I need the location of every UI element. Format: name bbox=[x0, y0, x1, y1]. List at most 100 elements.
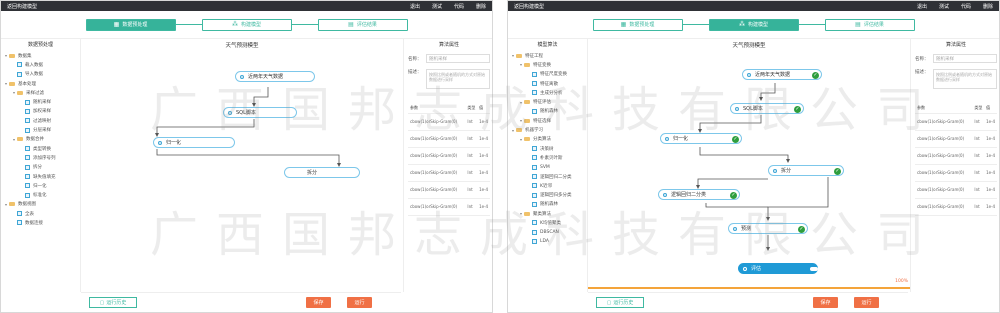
tree-item[interactable]: 数据连接 bbox=[1, 218, 80, 227]
param-row[interactable]: cbow(1)orSkip-Gram(0) Int 1e-4 bbox=[408, 147, 490, 165]
param-row[interactable]: cbow(1)orSkip-Gram(0) Int 1e-4 bbox=[915, 147, 997, 165]
param-row[interactable]: cbow(1)orSkip-Gram(0) Int 1e-4 bbox=[915, 198, 997, 216]
tree-item[interactable]: ▾ 特征评估 bbox=[508, 97, 587, 106]
tree-item[interactable]: 随机森林 bbox=[508, 200, 587, 209]
tree-item[interactable]: 类型转换 bbox=[1, 144, 80, 153]
step-preprocess[interactable]: ▦ 数据预处理 bbox=[85, 18, 176, 31]
desc-textarea[interactable]: 按照比例或者随机的方式对原始数据进行采样 bbox=[426, 69, 490, 89]
tree-item[interactable]: 标准化 bbox=[1, 190, 80, 199]
node-normalize[interactable]: 归一化 ✓ bbox=[660, 133, 742, 144]
param-cell-value[interactable]: 1e-4 bbox=[984, 113, 997, 131]
back-link[interactable]: 返回构建模型 bbox=[514, 3, 905, 10]
tree-item[interactable]: 导入数据 bbox=[1, 70, 80, 79]
tree-item[interactable]: 拆分 bbox=[1, 163, 80, 172]
tree-item[interactable]: ▾ 数据合并 bbox=[1, 135, 80, 144]
param-row[interactable]: cbow(1)orSkip-Gram(0) Int 1e-4 bbox=[915, 164, 997, 182]
param-cell-value[interactable]: 1e-4 bbox=[477, 198, 490, 216]
node-split[interactable]: 拆分 ✓ bbox=[768, 165, 844, 176]
tree-item[interactable]: ▾ 机器学习 bbox=[508, 125, 587, 134]
run-button[interactable]: 运行 bbox=[347, 297, 372, 308]
param-row[interactable]: cbow(1)orSkip-Gram(0) Int 1e-4 bbox=[408, 113, 490, 131]
run-button[interactable]: 运行 bbox=[854, 297, 879, 308]
menu-exit[interactable]: 退出 bbox=[410, 3, 420, 10]
param-cell-value[interactable]: 1e-4 bbox=[477, 181, 490, 199]
param-row[interactable]: cbow(1)orSkip-Gram(0) Int 1e-4 bbox=[915, 113, 997, 131]
tree-item[interactable]: 归一化 bbox=[1, 181, 80, 190]
tree-item[interactable]: ▾ 特征选择 bbox=[508, 116, 587, 125]
menu-test[interactable]: 测试 bbox=[939, 3, 949, 10]
param-row[interactable]: cbow(1)orSkip-Gram(0) Int 1e-4 bbox=[408, 198, 490, 216]
flow-canvas[interactable]: 天气预测模型 近两年天气数据 ✓ SQL脚本 ✓ 归一化 ✓ 拆分 ✓ 逻辑回归二分类 ✓… bbox=[588, 39, 910, 292]
save-button[interactable]: 保存 bbox=[813, 297, 838, 308]
node-logistic-regression[interactable]: 逻辑回归二分类 ✓ bbox=[658, 189, 740, 200]
tree-item[interactable]: ▾ 数据视图 bbox=[1, 200, 80, 209]
tree-item[interactable]: 逻辑回归多分类 bbox=[508, 190, 587, 199]
tree-item[interactable]: 载入数据 bbox=[1, 60, 80, 69]
tree-item[interactable]: 特征离散 bbox=[508, 79, 587, 88]
node-split[interactable]: 拆分 bbox=[284, 167, 360, 178]
tree-item[interactable]: ▾ 采样过滤 bbox=[1, 88, 80, 97]
tree-item[interactable]: 随机采样 bbox=[1, 97, 80, 106]
tree-item[interactable]: 缺失值填充 bbox=[1, 172, 80, 181]
param-row[interactable]: cbow(1)orSkip-Gram(0) Int 1e-4 bbox=[915, 181, 997, 199]
node-predict[interactable]: 预测 ✓ bbox=[728, 223, 808, 234]
param-cell-value[interactable]: 1e-4 bbox=[477, 147, 490, 165]
node-normalize[interactable]: 归一化 bbox=[153, 137, 235, 148]
tree-item[interactable]: 加权采样 bbox=[1, 107, 80, 116]
param-cell-value[interactable]: 1e-4 bbox=[984, 164, 997, 182]
back-link[interactable]: 返回构建模型 bbox=[7, 3, 398, 10]
param-cell-value[interactable]: 1e-4 bbox=[477, 130, 490, 148]
param-cell-value[interactable]: 1e-4 bbox=[984, 147, 997, 165]
param-cell-value[interactable]: 1e-4 bbox=[477, 164, 490, 182]
menu-exit[interactable]: 退出 bbox=[917, 3, 927, 10]
tree-item[interactable]: LDA bbox=[508, 237, 587, 246]
step-build-model[interactable]: ⁂ 构建模型 bbox=[708, 18, 799, 31]
name-input[interactable]: 随机采样 bbox=[933, 54, 997, 63]
param-cell-value[interactable]: 1e-4 bbox=[984, 198, 997, 216]
menu-delete[interactable]: 删除 bbox=[983, 3, 993, 10]
desc-textarea[interactable]: 按照比例或者随机的方式对原始数据进行采样 bbox=[933, 69, 997, 89]
tree-item[interactable]: 添加序号列 bbox=[1, 153, 80, 162]
tree-item[interactable]: 决策树 bbox=[508, 144, 587, 153]
param-row[interactable]: cbow(1)orSkip-Gram(0) Int 1e-4 bbox=[408, 164, 490, 182]
step-evaluate[interactable]: ▤ 评估结果 bbox=[317, 18, 408, 31]
step-build-model[interactable]: ⁂ 构建模型 bbox=[201, 18, 292, 31]
tree-item[interactable]: 特征尺度变换 bbox=[508, 70, 587, 79]
node-sql-script[interactable]: SQL脚本 ✓ bbox=[730, 103, 804, 114]
menu-test[interactable]: 测试 bbox=[432, 3, 442, 10]
step-evaluate[interactable]: ▤ 评估结果 bbox=[824, 18, 915, 31]
param-cell-value[interactable]: 1e-4 bbox=[984, 181, 997, 199]
tree-item[interactable]: ▾ 特征变换 bbox=[508, 60, 587, 69]
tree-item[interactable]: ▾ 数据集 bbox=[1, 51, 80, 60]
param-cell-value[interactable]: 1e-4 bbox=[477, 113, 490, 131]
node-evaluate[interactable]: 评估 bbox=[738, 263, 818, 274]
menu-code[interactable]: 代码 bbox=[961, 3, 971, 10]
node-sql-script[interactable]: SQL脚本 bbox=[223, 107, 297, 118]
tree-item[interactable]: K近邻 bbox=[508, 181, 587, 190]
run-history-button[interactable]: ▢ 运行历史 bbox=[596, 297, 644, 308]
tree-item[interactable]: DBSCAN bbox=[508, 228, 587, 237]
tree-item[interactable]: ▾ 特征工程 bbox=[508, 51, 587, 60]
param-row[interactable]: cbow(1)orSkip-Gram(0) Int 1e-4 bbox=[408, 130, 490, 148]
tree-item[interactable]: 朴素贝叶斯 bbox=[508, 153, 587, 162]
param-row[interactable]: cbow(1)orSkip-Gram(0) Int 1e-4 bbox=[915, 130, 997, 148]
tree-item[interactable]: ▾ 基本处理 bbox=[1, 79, 80, 88]
param-row[interactable]: cbow(1)orSkip-Gram(0) Int 1e-4 bbox=[408, 181, 490, 199]
node-weather-data[interactable]: 近两年天气数据 bbox=[235, 71, 315, 82]
flow-canvas[interactable]: 天气预测模型 近两年天气数据 SQL脚本 归一化 拆分 bbox=[81, 39, 403, 292]
menu-delete[interactable]: 删除 bbox=[476, 3, 486, 10]
menu-code[interactable]: 代码 bbox=[454, 3, 464, 10]
tree-item[interactable]: 过滤映射 bbox=[1, 116, 80, 125]
tree-item[interactable]: 主成分分析 bbox=[508, 88, 587, 97]
tree-item[interactable]: 随机森林 bbox=[508, 107, 587, 116]
tree-item[interactable]: 全表 bbox=[1, 209, 80, 218]
tree-item[interactable]: 分层采样 bbox=[1, 125, 80, 134]
name-input[interactable]: 随机采样 bbox=[426, 54, 490, 63]
save-button[interactable]: 保存 bbox=[306, 297, 331, 308]
param-cell-value[interactable]: 1e-4 bbox=[984, 130, 997, 148]
tree-item[interactable]: 逻辑回归二分类 bbox=[508, 172, 587, 181]
step-preprocess[interactable]: ▦ 数据预处理 bbox=[592, 18, 683, 31]
tree-item[interactable]: SVM bbox=[508, 163, 587, 172]
run-history-button[interactable]: ▢ 运行历史 bbox=[89, 297, 137, 308]
tree-item[interactable]: K均值聚类 bbox=[508, 218, 587, 227]
